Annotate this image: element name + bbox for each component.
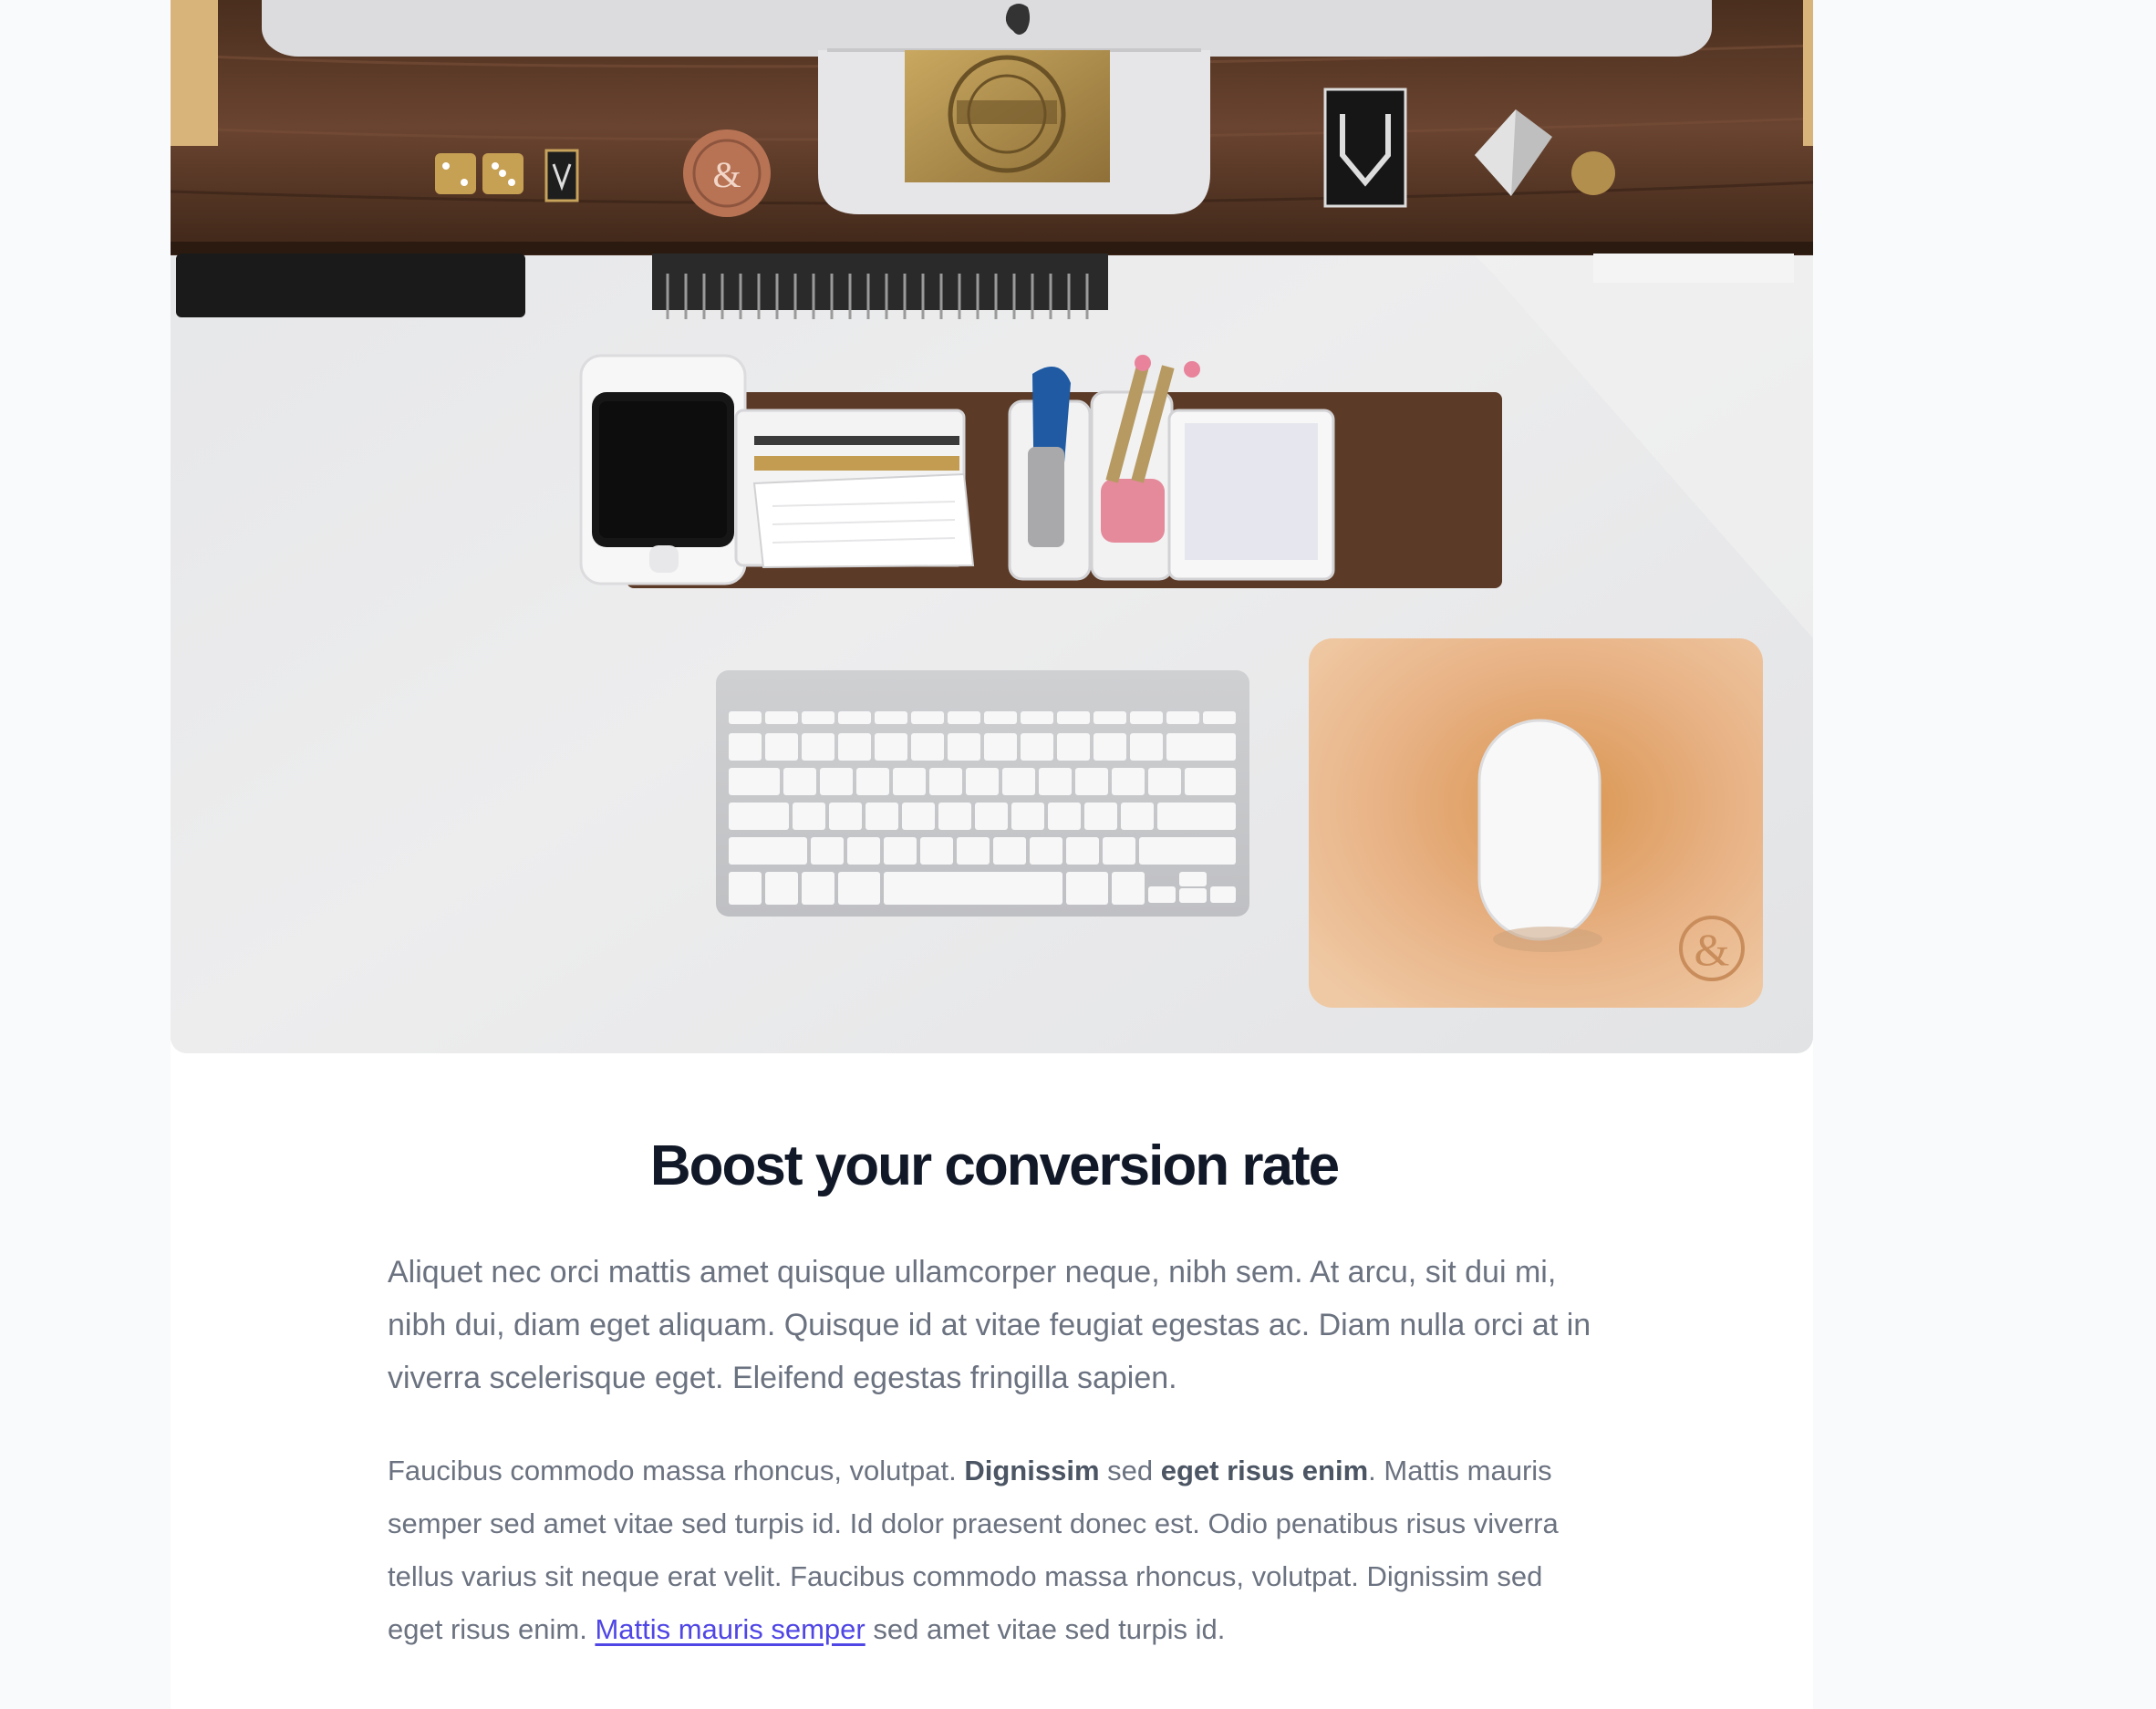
desk-workspace-photo: & & — [171, 0, 1813, 1053]
article-lead-paragraph: Aliquet nec orci mattis amet quisque ull… — [388, 1255, 1591, 1395]
body-text-segment: Faucibus commodo massa rhoncus, volutpat… — [388, 1455, 965, 1486]
body-text-segment: sed — [1099, 1455, 1161, 1486]
article-body-paragraph: Faucibus commodo massa rhoncus, volutpat… — [388, 1445, 1601, 1656]
bold-text: Dignissim — [964, 1455, 1100, 1486]
content-card: & & Boost your conversion rate Aliquet n… — [171, 0, 1813, 1709]
article-content: Boost your conversion rate Aliquet nec o… — [388, 1131, 1601, 1656]
article-title: Boost your conversion rate — [649, 1134, 1340, 1197]
svg-text:&: & — [1695, 924, 1730, 975]
bold-text: eget risus enim — [1160, 1455, 1369, 1486]
hero-image: & & — [171, 0, 1813, 1053]
body-text-segment: sed amet vitae sed turpis id. — [865, 1613, 1226, 1645]
inline-link[interactable]: Mattis mauris semper — [595, 1613, 865, 1645]
svg-text:&: & — [712, 154, 741, 195]
